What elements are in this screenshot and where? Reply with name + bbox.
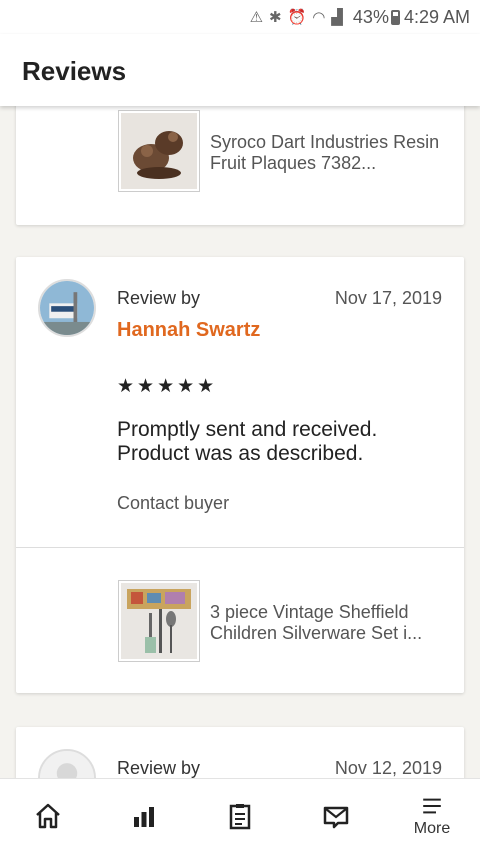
alert-triangle-icon: ⚠ — [249, 9, 264, 26]
bottom-nav: More — [0, 778, 480, 853]
alarm-icon: ⏰ — [287, 9, 307, 26]
reviewer-name[interactable]: Hannah Swartz — [117, 319, 260, 342]
orders-icon — [229, 804, 251, 830]
wifi-icon: ◠ — [312, 9, 326, 26]
product-image — [121, 583, 197, 659]
product-thumbnail[interactable] — [118, 110, 200, 192]
nav-more[interactable]: More — [392, 786, 472, 846]
battery-icon — [390, 9, 400, 25]
home-icon — [36, 803, 60, 829]
divider — [16, 547, 464, 548]
product-thumbnail[interactable] — [118, 580, 200, 662]
avatar-image — [40, 281, 94, 335]
clock: 4:29 AM — [403, 6, 470, 27]
review-by-label: Review by — [117, 288, 201, 308]
nav-stats[interactable] — [104, 786, 184, 846]
review-card: Review by Nov 17, 2019 Hannah Swartz ★★★… — [16, 257, 464, 693]
page-title: Reviews — [22, 56, 127, 86]
status-icons: ⚠ ✱ ⏰ ◠ ▟ — [250, 8, 343, 26]
review-date: Nov 17, 2019 — [334, 288, 442, 308]
app-bar: Reviews — [0, 34, 480, 106]
contact-buyer-link[interactable]: Contact buyer — [117, 493, 229, 514]
status-bar: ⚠ ✱ ⏰ ◠ ▟ 43% 4:29 AM — [0, 0, 480, 34]
nav-home[interactable] — [8, 786, 88, 846]
nav-more-label: More — [413, 820, 451, 837]
signal-icon: ▟ — [331, 9, 343, 26]
nav-messages[interactable] — [296, 786, 376, 846]
bluetooth-icon: ✱ — [269, 9, 282, 26]
menu-icon — [423, 798, 441, 814]
star-rating: ★★★★★ — [117, 376, 218, 397]
battery-percent: 43% — [352, 6, 389, 27]
review-by-label: Review by — [117, 758, 201, 778]
stats-icon — [134, 807, 154, 827]
review-card: Syroco Dart Industries Resin Fruit Plaqu… — [16, 90, 464, 225]
product-title[interactable]: Syroco Dart Industries Resin Fruit Plaqu… — [210, 132, 450, 174]
avatar[interactable] — [38, 279, 96, 337]
review-text: Promptly sent and received. Product was … — [117, 418, 378, 465]
messages-icon — [323, 806, 349, 829]
review-date: Nov 12, 2019 — [334, 758, 442, 778]
product-title[interactable]: 3 piece Vintage Sheffield Children Silve… — [210, 602, 450, 644]
product-image — [121, 113, 197, 189]
nav-orders[interactable] — [200, 786, 280, 846]
